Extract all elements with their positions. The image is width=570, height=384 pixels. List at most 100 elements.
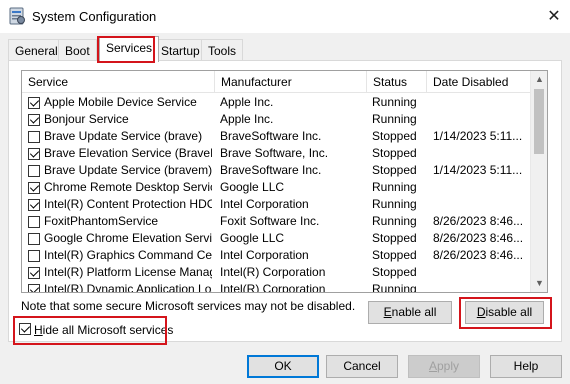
date-disabled-cell: 8/26/2023 8:46... bbox=[433, 214, 524, 228]
service-checkbox[interactable] bbox=[28, 114, 40, 126]
ok-button[interactable]: OK bbox=[247, 355, 319, 378]
status-cell: Stopped bbox=[372, 129, 417, 143]
service-checkbox[interactable] bbox=[28, 165, 40, 177]
window-title: System Configuration bbox=[32, 9, 157, 24]
table-row[interactable]: Chrome Remote Desktop Service Google LLC R… bbox=[22, 179, 531, 196]
manufacturer-cell: BraveSoftware Inc. bbox=[220, 129, 322, 143]
manufacturer-cell: Intel Corporation bbox=[220, 248, 309, 262]
status-cell: Stopped bbox=[372, 163, 417, 177]
table-row[interactable]: Apple Mobile Device Service Apple Inc. Run… bbox=[22, 94, 531, 111]
service-checkbox[interactable] bbox=[28, 233, 40, 245]
service-name-cell: Brave Update Service (brave) bbox=[44, 129, 203, 143]
close-icon: ✕ bbox=[547, 8, 561, 25]
service-checkbox[interactable] bbox=[28, 131, 40, 143]
service-checkbox[interactable] bbox=[28, 216, 40, 228]
manufacturer-cell: Brave Software, Inc. bbox=[220, 146, 329, 160]
manufacturer-cell: Apple Inc. bbox=[220, 112, 274, 126]
tab-services[interactable]: Services bbox=[99, 36, 160, 62]
manufacturer-cell: Google LLC bbox=[220, 231, 285, 245]
disable-all-button[interactable]: Disable all bbox=[465, 301, 544, 324]
tab-boot[interactable]: Boot bbox=[58, 39, 97, 61]
secure-services-note: Note that some secure Microsoft services… bbox=[21, 299, 356, 313]
status-cell: Stopped bbox=[372, 265, 417, 279]
hide-microsoft-services-label: Hide all Microsoft services bbox=[34, 323, 173, 337]
scroll-up-icon[interactable]: ▲ bbox=[531, 71, 547, 88]
table-row[interactable]: Google Chrome Elevation Servic... Google … bbox=[22, 230, 531, 247]
service-name-cell: Google Chrome Elevation Servic... bbox=[44, 231, 212, 245]
enable-all-label: nable all bbox=[391, 305, 437, 319]
service-checkbox[interactable] bbox=[28, 199, 40, 211]
cancel-button[interactable]: Cancel bbox=[326, 355, 398, 378]
table-row[interactable]: Brave Update Service (brave) BraveSoftwar… bbox=[22, 128, 531, 145]
table-row[interactable]: Brave Elevation Service (BraveEl... Brave… bbox=[22, 145, 531, 162]
manufacturer-cell: Intel Corporation bbox=[220, 197, 309, 211]
enable-all-button[interactable]: Enable all bbox=[368, 301, 452, 324]
status-cell: Running bbox=[372, 112, 417, 126]
column-header-service[interactable]: Service bbox=[22, 71, 215, 93]
status-cell: Stopped bbox=[372, 231, 417, 245]
date-disabled-cell: 1/14/2023 5:11... bbox=[433, 163, 523, 177]
table-row[interactable]: Intel(R) Platform License Manag... Intel(… bbox=[22, 264, 531, 281]
status-cell: Running bbox=[372, 197, 417, 211]
vertical-scrollbar[interactable]: ▲ ▼ bbox=[530, 71, 547, 292]
service-checkbox[interactable] bbox=[28, 284, 40, 292]
disable-all-label: isable all bbox=[485, 305, 533, 319]
title-bar[interactable]: System Configuration ✕ bbox=[0, 0, 570, 33]
service-name-cell: Intel(R) Content Protection HDC... bbox=[44, 197, 212, 211]
column-header-date-disabled[interactable]: Date Disabled bbox=[427, 71, 531, 93]
status-cell: Stopped bbox=[372, 248, 417, 262]
service-checkbox[interactable] bbox=[28, 97, 40, 109]
manufacturer-cell: Apple Inc. bbox=[220, 95, 274, 109]
help-button[interactable]: Help bbox=[490, 355, 562, 378]
service-name-cell: FoxitPhantomService bbox=[44, 214, 159, 228]
tab-startup[interactable]: Startup bbox=[154, 39, 207, 61]
service-name-cell: Intel(R) Platform License Manag... bbox=[44, 265, 212, 279]
hide-microsoft-services-box[interactable] bbox=[19, 323, 31, 335]
close-button[interactable]: ✕ bbox=[538, 0, 570, 32]
table-row[interactable]: Intel(R) Dynamic Application Loa... Intel… bbox=[22, 281, 531, 293]
column-header-manufacturer[interactable]: Manufacturer bbox=[215, 71, 367, 93]
service-checkbox[interactable] bbox=[28, 148, 40, 160]
column-header-status[interactable]: Status bbox=[367, 71, 427, 93]
status-cell: Stopped bbox=[372, 146, 417, 160]
apply-mnemonic: A bbox=[428, 359, 437, 373]
date-disabled-cell: 8/26/2023 8:46... bbox=[433, 248, 524, 262]
table-row[interactable]: FoxitPhantomService Foxit Software Inc. Ru… bbox=[22, 213, 531, 230]
service-name-cell: Intel(R) Graphics Command Cen... bbox=[44, 248, 212, 262]
list-header: Service Manufacturer Status Date Disable… bbox=[22, 71, 531, 93]
date-disabled-cell: 8/26/2023 8:46... bbox=[433, 231, 524, 245]
status-cell: Running bbox=[372, 180, 417, 194]
table-row[interactable]: Intel(R) Content Protection HDC... Intel … bbox=[22, 196, 531, 213]
msconfig-icon bbox=[9, 7, 25, 25]
tab-general[interactable]: General bbox=[8, 39, 65, 61]
table-row[interactable]: Intel(R) Graphics Command Cen... Intel Co… bbox=[22, 247, 531, 264]
service-name-cell: Intel(R) Dynamic Application Loa... bbox=[44, 282, 212, 293]
manufacturer-cell: Intel(R) Corporation bbox=[220, 265, 326, 279]
scroll-thumb[interactable] bbox=[534, 89, 544, 154]
enable-all-mnemonic: E bbox=[383, 305, 392, 319]
apply-label: pply bbox=[437, 359, 460, 373]
services-list[interactable]: Service Manufacturer Status Date Disable… bbox=[21, 70, 548, 293]
service-name-cell: Chrome Remote Desktop Service bbox=[44, 180, 212, 194]
service-rows: Apple Mobile Device Service Apple Inc. Run… bbox=[22, 94, 531, 293]
tab-tools[interactable]: Tools bbox=[201, 39, 244, 61]
status-cell: Running bbox=[372, 214, 417, 228]
service-checkbox[interactable] bbox=[28, 267, 40, 279]
table-row[interactable]: Bonjour Service Apple Inc. Running bbox=[22, 111, 531, 128]
apply-button[interactable]: Apply bbox=[408, 355, 480, 378]
status-cell: Running bbox=[372, 95, 417, 109]
hide-ms-label-text: ide all Microsoft services bbox=[42, 323, 174, 337]
scroll-down-icon[interactable]: ▼ bbox=[531, 275, 547, 292]
table-row[interactable]: Brave Update Service (bravem) BraveSoftwa… bbox=[22, 162, 531, 179]
manufacturer-cell: Google LLC bbox=[220, 180, 285, 194]
service-name-cell: Apple Mobile Device Service bbox=[44, 95, 197, 109]
status-cell: Running bbox=[372, 282, 417, 293]
hide-ms-mnemonic: H bbox=[34, 323, 43, 337]
service-name-cell: Brave Elevation Service (BraveEl... bbox=[44, 146, 212, 160]
manufacturer-cell: BraveSoftware Inc. bbox=[220, 163, 322, 177]
service-checkbox[interactable] bbox=[28, 250, 40, 262]
date-disabled-cell: 1/14/2023 5:11... bbox=[433, 129, 523, 143]
service-name-cell: Bonjour Service bbox=[44, 112, 129, 126]
service-checkbox[interactable] bbox=[28, 182, 40, 194]
manufacturer-cell: Foxit Software Inc. bbox=[220, 214, 320, 228]
